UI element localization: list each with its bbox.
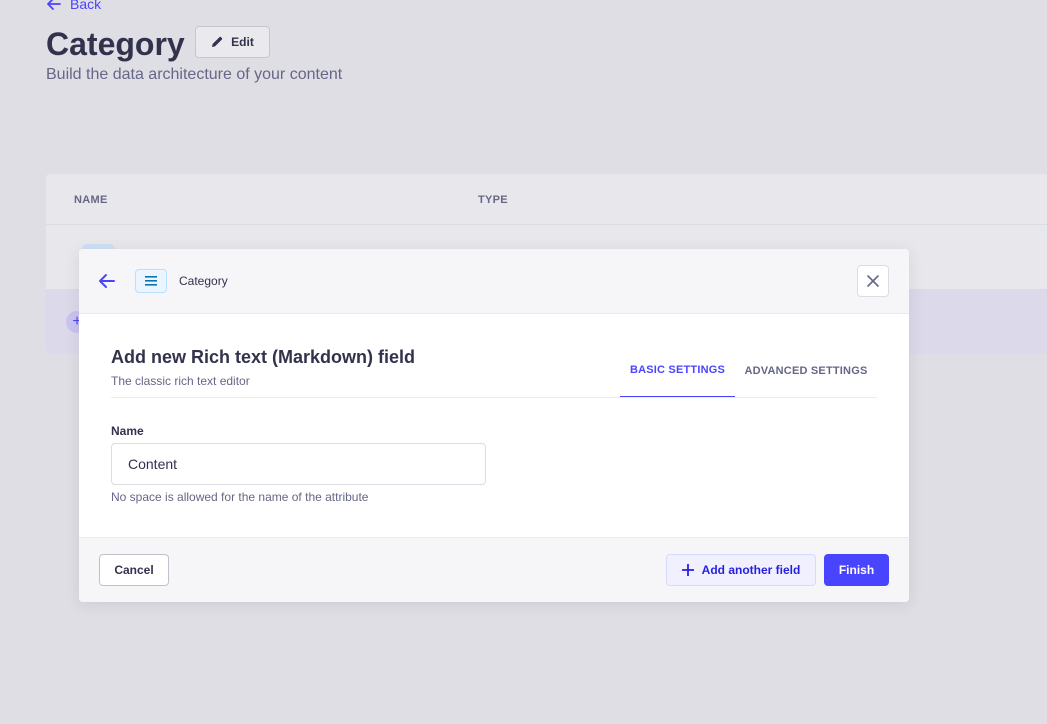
modal-description: The classic rich text editor (111, 374, 250, 388)
add-field-modal: Category Add new Rich text (Markdown) fi… (79, 249, 909, 602)
tabs-divider (111, 397, 877, 398)
arrow-left-icon (47, 0, 61, 10)
edit-button-label: Edit (231, 35, 254, 49)
name-field-label: Name (111, 424, 144, 438)
tab-basic-settings[interactable]: BASIC SETTINGS (620, 348, 735, 398)
table-divider (46, 224, 1047, 225)
close-button[interactable] (857, 265, 889, 297)
arrow-left-icon (99, 274, 115, 288)
close-icon (867, 275, 879, 287)
back-link-label: Back (70, 0, 102, 12)
name-field-hint: No space is allowed for the name of the … (111, 490, 369, 504)
modal-title: Add new Rich text (Markdown) field (111, 347, 416, 367)
cancel-button[interactable]: Cancel (99, 554, 169, 586)
plus-icon (681, 564, 694, 576)
page-subtitle: Build the data architecture of your cont… (46, 66, 343, 83)
rich-text-icon (135, 269, 167, 293)
edit-button[interactable]: Edit (195, 26, 270, 58)
finish-button[interactable]: Finish (824, 554, 889, 586)
column-header-name: NAME (74, 194, 108, 206)
add-another-field-label: Add another field (701, 563, 801, 577)
back-link[interactable]: Back (46, 0, 101, 12)
name-input[interactable] (111, 443, 486, 485)
page: Back Category Edit Build the data archit… (0, 0, 1047, 724)
add-another-field-button[interactable]: Add another field (666, 554, 816, 586)
lines-icon (145, 276, 157, 286)
modal-header: Category (79, 249, 909, 314)
modal-back-button[interactable] (97, 271, 117, 291)
column-header-type: TYPE (478, 194, 508, 206)
pencil-icon (212, 36, 223, 47)
breadcrumb: Category (179, 274, 228, 288)
tab-advanced-settings[interactable]: ADVANCED SETTINGS (735, 348, 877, 398)
page-title: Category (46, 26, 185, 62)
settings-tabs: BASIC SETTINGS ADVANCED SETTINGS (620, 348, 877, 398)
modal-footer: Cancel Add another field Finish (79, 537, 909, 602)
